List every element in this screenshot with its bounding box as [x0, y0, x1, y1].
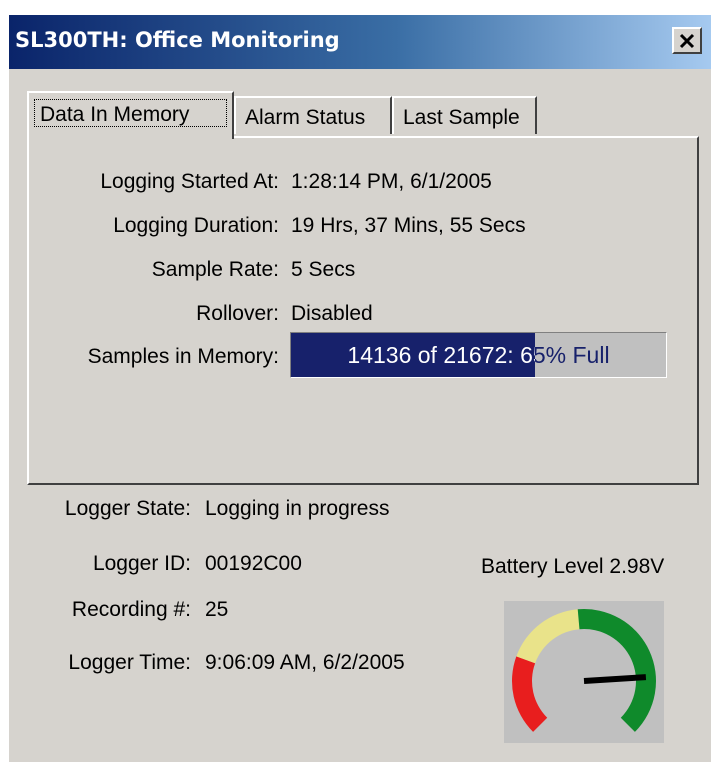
tab-alarm-status[interactable]: Alarm Status: [234, 96, 392, 134]
logger-time-value: 9:06:09 AM, 6/2/2005: [205, 651, 405, 674]
logging-duration-value: 19 Hrs, 37 Mins, 55 Secs: [291, 214, 526, 237]
close-icon: [679, 33, 695, 48]
close-button[interactable]: [672, 27, 702, 54]
rollover-value: Disabled: [291, 302, 373, 325]
battery-gauge-low-segment: [512, 656, 548, 732]
samples-progress-text-inverse: 14136 of 21672: 65% Full: [347, 342, 535, 368]
battery-gauge-high-segment: [577, 609, 656, 732]
app-window: SL300TH: Office Monitoring Data In Memor…: [8, 14, 711, 762]
battery-level-label: Battery Level 2.98V: [481, 555, 665, 578]
samples-in-memory-label: Samples in Memory:: [87, 345, 279, 368]
tab-label: Last Sample: [403, 106, 520, 129]
battery-gauge-needle: [583, 674, 647, 684]
logger-id-value: 00192C00: [205, 552, 302, 575]
window-title: SL300TH: Office Monitoring: [15, 28, 340, 52]
logger-state-label: Logger State:: [64, 497, 191, 520]
logging-started-value: 1:28:14 PM, 6/1/2005: [291, 170, 492, 193]
recording-number-label: Recording #:: [71, 598, 191, 621]
rollover-label: Rollover:: [196, 302, 279, 325]
samples-progress-bar: 14136 of 21672: 65% Full 14136 of 21672:…: [290, 332, 667, 378]
logger-time-label: Logger Time:: [68, 651, 191, 674]
sample-rate-value: 5 Secs: [291, 258, 356, 281]
logging-duration-label: Logging Duration:: [113, 214, 279, 237]
sample-rate-label: Sample Rate:: [151, 258, 279, 281]
data-in-memory-panel: Logging Started At: 1:28:14 PM, 6/1/2005…: [27, 136, 699, 485]
samples-progress-fill: 14136 of 21672: 65% Full: [291, 333, 535, 377]
logger-state-value: Logging in progress: [205, 497, 390, 520]
title-bar[interactable]: SL300TH: Office Monitoring: [9, 15, 711, 69]
recording-number-value: 25: [205, 598, 229, 621]
logging-started-label: Logging Started At:: [100, 170, 279, 193]
battery-gauge-mid-segment: [516, 609, 580, 664]
tab-label: Data In Memory: [40, 103, 190, 126]
tab-last-sample[interactable]: Last Sample: [392, 96, 537, 134]
tab-data-in-memory[interactable]: Data In Memory: [27, 91, 234, 139]
battery-gauge: [504, 601, 664, 743]
logger-id-label: Logger ID:: [92, 552, 191, 575]
tab-label: Alarm Status: [245, 106, 366, 129]
